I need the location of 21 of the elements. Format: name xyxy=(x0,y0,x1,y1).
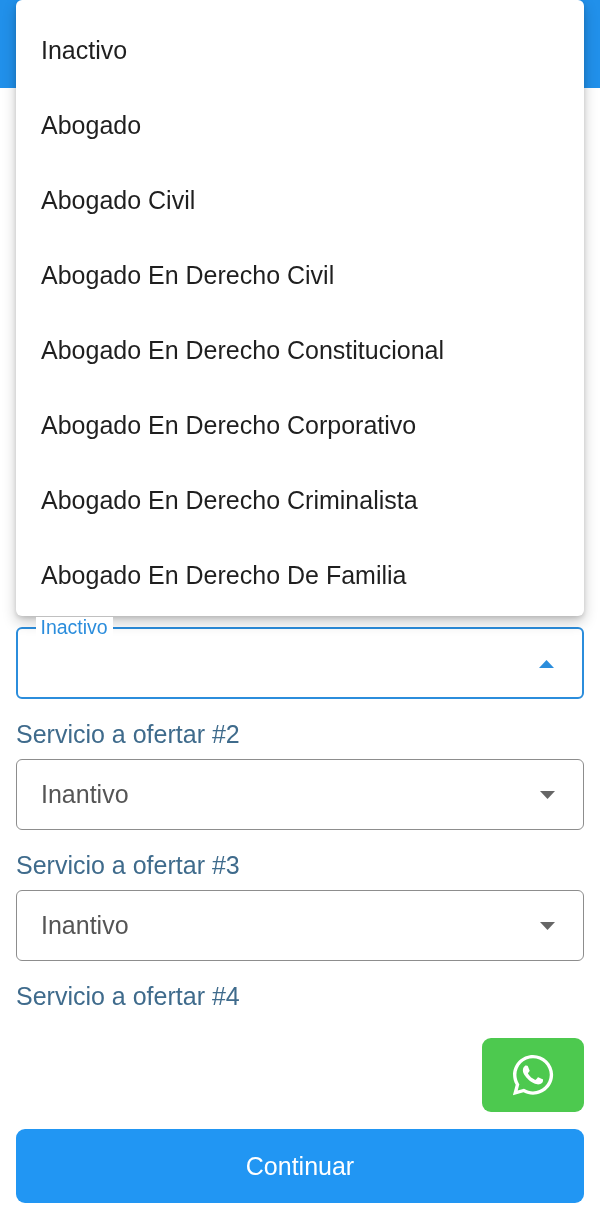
select-field[interactable]: Inantivo xyxy=(16,759,584,830)
menu-option[interactable]: Abogado Civil xyxy=(16,163,584,238)
chat-button[interactable] xyxy=(482,1038,584,1112)
field-label: Servicio a ofertar #4 xyxy=(16,981,240,1011)
caret-down-icon xyxy=(540,790,555,799)
menu-option[interactable]: Abogado En Derecho Civil xyxy=(16,238,584,313)
menu-option[interactable]: Abogado xyxy=(16,88,584,163)
phone-bubble-icon xyxy=(510,1052,556,1098)
menu-option[interactable]: Inactivo xyxy=(16,13,584,88)
select-field[interactable]: Inactivo xyxy=(16,617,584,699)
caret-down-icon xyxy=(540,921,555,930)
caret-up-icon xyxy=(539,659,554,668)
menu-option[interactable]: Abogado En Derecho De Familia xyxy=(16,538,584,613)
field-label: Servicio a ofertar #2 xyxy=(16,719,240,749)
select-field[interactable]: Inantivo xyxy=(16,890,584,961)
menu-option[interactable]: Abogado En Derecho Corporativo xyxy=(16,388,584,463)
menu-option[interactable]: Abogado En Derecho Constitucional xyxy=(16,313,584,388)
field-label: Servicio a ofertar #3 xyxy=(16,850,240,880)
select-value: Inantivo xyxy=(41,780,130,809)
menu-option[interactable]: Abogado En Derecho Criminalista xyxy=(16,463,584,538)
select-value: Inantivo xyxy=(41,911,130,940)
